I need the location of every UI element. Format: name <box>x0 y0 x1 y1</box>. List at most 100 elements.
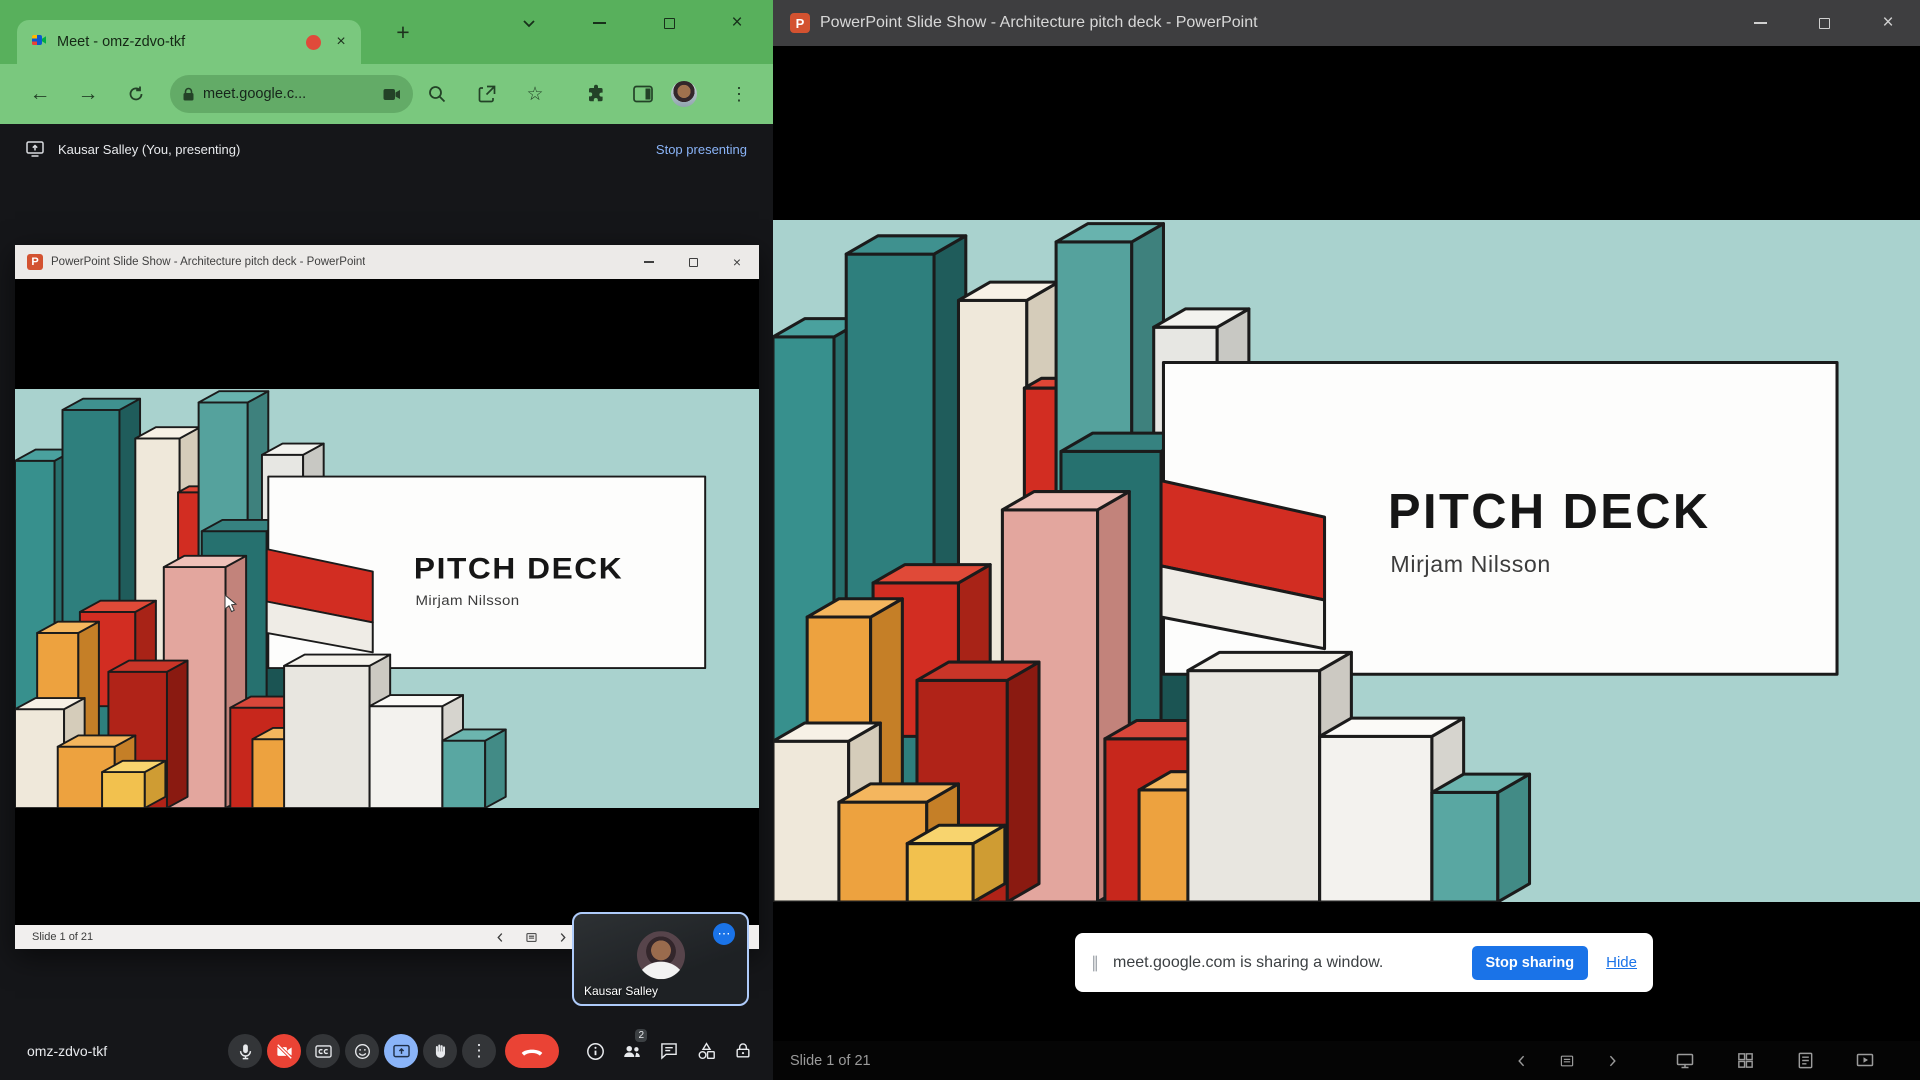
reload-button[interactable] <box>116 74 156 114</box>
preview-slide-stage <box>15 279 759 925</box>
screen: Meet - omz-zdvo-tkf × + × ← → meet.googl… <box>0 0 1920 1080</box>
hide-toast-link[interactable]: Hide <box>1606 954 1637 971</box>
presenter-view-button[interactable] <box>1671 1047 1699 1075</box>
minimize-icon <box>1754 22 1767 24</box>
phone-hangup-icon <box>520 1046 544 1056</box>
selfview-more-button[interactable]: ⋯ <box>713 923 735 945</box>
powerpoint-titlebar: P PowerPoint Slide Show - Architecture p… <box>773 0 1920 46</box>
chevron-right-icon <box>1604 1053 1620 1069</box>
lock-icon <box>182 87 195 102</box>
stop-presenting-button[interactable]: Stop presenting <box>656 142 747 157</box>
window-chevron-button[interactable] <box>512 8 546 38</box>
minimize-icon <box>644 261 654 263</box>
stop-sharing-button[interactable]: Stop sharing <box>1472 946 1589 980</box>
previous-slide-button[interactable] <box>1510 1049 1534 1073</box>
chat-button[interactable] <box>657 1039 681 1063</box>
slideshow-view-button[interactable] <box>1851 1047 1879 1075</box>
maximize-window-button[interactable] <box>1792 0 1856 46</box>
bookmark-star-button[interactable]: ☆ <box>515 74 555 114</box>
info-icon <box>585 1041 606 1062</box>
back-button[interactable]: ← <box>20 74 60 114</box>
browser-tab[interactable]: Meet - omz-zdvo-tkf × <box>17 20 361 64</box>
forward-button[interactable]: → <box>68 74 108 114</box>
menu-icon <box>1559 1053 1575 1069</box>
sharing-message: meet.google.com is sharing a window. <box>1113 954 1383 972</box>
camera-off-button[interactable] <box>267 1034 301 1068</box>
minimize-window-button[interactable] <box>582 8 616 38</box>
raise-hand-icon <box>431 1042 450 1061</box>
next-slide-button <box>551 926 573 948</box>
tab-close-icon[interactable]: × <box>331 32 351 52</box>
maximize-window-button[interactable] <box>652 8 686 38</box>
host-controls-button[interactable] <box>731 1039 755 1063</box>
participant-count-badge: 2 <box>635 1029 647 1042</box>
profile-button[interactable] <box>664 74 704 114</box>
shapes-icon <box>696 1041 717 1062</box>
meeting-code: omz-zdvo-tkf <box>27 1043 107 1059</box>
search-icon <box>427 84 447 104</box>
minimize-window-button[interactable] <box>1728 0 1792 46</box>
tab-title: Meet - omz-zdvo-tkf <box>57 34 296 50</box>
sharing-notification-toast: ∥ meet.google.com is sharing a window. S… <box>1075 933 1653 992</box>
meet-favicon-icon <box>31 32 47 53</box>
powerpoint-window-title: PowerPoint Slide Show - Architecture pit… <box>820 14 1258 32</box>
present-screen-icon <box>392 1042 411 1061</box>
pitch-deck-slide-preview <box>15 389 759 808</box>
camera-off-icon <box>275 1042 294 1061</box>
captions-button[interactable] <box>306 1034 340 1068</box>
chrome-menu-button[interactable]: ⋮ <box>719 74 759 114</box>
preview-minimize-button <box>627 245 671 279</box>
present-now-button[interactable] <box>384 1034 418 1068</box>
preview-close-button: × <box>715 245 759 279</box>
close-window-button[interactable]: × <box>720 8 754 38</box>
slideshow-statusbar: Slide 1 of 21 <box>773 1041 1920 1080</box>
side-panel-button[interactable] <box>623 74 663 114</box>
menu-icon <box>525 931 538 944</box>
chevron-down-icon <box>522 19 536 28</box>
chrome-toolbar: ← → meet.google.c... ☆ <box>0 64 773 124</box>
google-meet-browser-window: Meet - omz-zdvo-tkf × + × ← → meet.googl… <box>0 0 773 1080</box>
side-panel-icon <box>633 85 653 103</box>
reading-view-button[interactable] <box>1791 1047 1819 1075</box>
next-slide-button[interactable] <box>1600 1049 1624 1073</box>
raise-hand-button[interactable] <box>423 1034 457 1068</box>
more-options-button[interactable]: ⋮ <box>462 1034 496 1068</box>
display-play-icon <box>1855 1051 1875 1071</box>
maximize-icon <box>689 258 698 267</box>
show-people-button[interactable]: 2 <box>620 1039 644 1063</box>
camera-in-use-icon[interactable] <box>383 88 401 101</box>
address-bar[interactable]: meet.google.c... <box>170 75 413 113</box>
microphone-icon <box>236 1042 255 1061</box>
slideshow-stage[interactable] <box>773 46 1920 1041</box>
maximize-icon <box>1819 18 1830 29</box>
extensions-button[interactable] <box>576 74 616 114</box>
drag-handle-icon[interactable]: ∥ <box>1091 953 1099 973</box>
reactions-button[interactable] <box>345 1034 379 1068</box>
selfview-name: Kausar Salley <box>584 984 658 998</box>
microphone-button[interactable] <box>228 1034 262 1068</box>
new-tab-button[interactable]: + <box>388 18 418 48</box>
chevron-left-icon <box>1514 1053 1530 1069</box>
share-button[interactable] <box>467 74 507 114</box>
chevron-left-icon <box>494 931 507 944</box>
preview-titlebar: P PowerPoint Slide Show - Architecture p… <box>15 245 759 279</box>
slideshow-menu-button[interactable] <box>1555 1049 1579 1073</box>
leave-call-button[interactable] <box>505 1034 559 1068</box>
selfview-tile[interactable]: ⋯ Kausar Salley <box>572 912 749 1006</box>
slideshow-nav-controls <box>1510 1041 1624 1080</box>
preview-nav-controls <box>489 925 573 949</box>
grid-view-button[interactable] <box>1731 1047 1759 1075</box>
powerpoint-slideshow-window: P PowerPoint Slide Show - Architecture p… <box>773 0 1920 1080</box>
zoom-button[interactable] <box>417 74 457 114</box>
monitor-icon <box>1675 1051 1695 1071</box>
close-window-button[interactable]: × <box>1856 0 1920 46</box>
slide-counter: Slide 1 of 21 <box>790 1053 871 1069</box>
chat-icon <box>659 1041 679 1061</box>
meet-page: Kausar Salley (You, presenting) Stop pre… <box>0 124 773 1080</box>
meeting-details-button[interactable] <box>583 1039 607 1063</box>
meeting-panels: 2 <box>583 1039 755 1063</box>
preview-maximize-button <box>671 245 715 279</box>
preview-window-title: PowerPoint Slide Show - Architecture pit… <box>51 256 365 268</box>
avatar <box>637 931 685 979</box>
activities-button[interactable] <box>694 1039 718 1063</box>
